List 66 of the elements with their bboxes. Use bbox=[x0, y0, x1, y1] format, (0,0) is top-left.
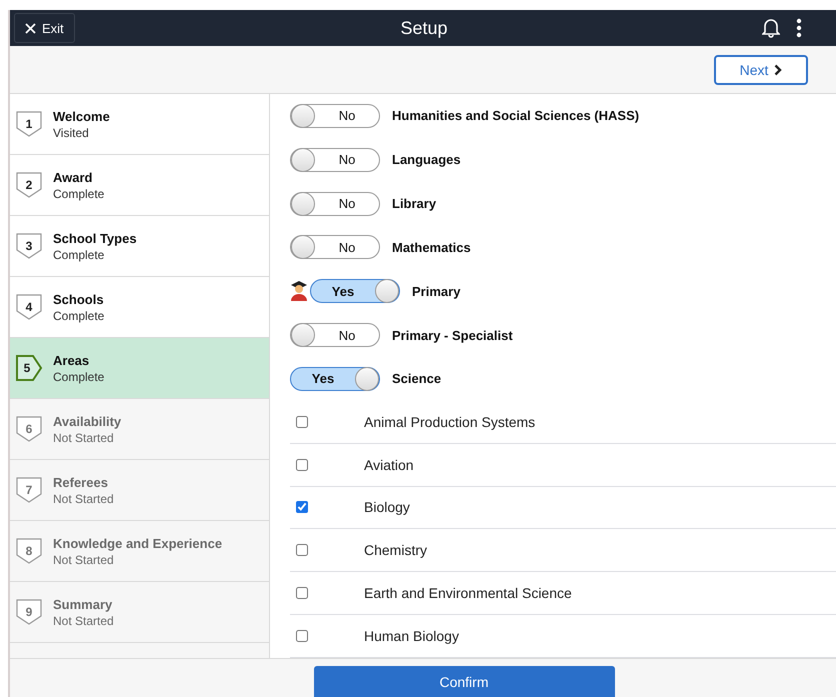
toggle-switch[interactable]: No bbox=[290, 104, 380, 128]
area-label: Humanities and Social Sciences (HASS) bbox=[392, 108, 640, 124]
step-item[interactable]: 3 School Types Complete bbox=[10, 216, 269, 277]
toggle-switch[interactable]: Yes bbox=[310, 279, 400, 304]
area-label: Science bbox=[392, 371, 442, 386]
subject-label: Earth and Environmental Science bbox=[364, 585, 572, 602]
step-badge-icon: 8 bbox=[16, 538, 43, 564]
step-status: Not Started bbox=[53, 430, 115, 444]
subject-label: Human Biology bbox=[364, 628, 459, 644]
step-title: Summary bbox=[53, 596, 114, 612]
subject-checkbox[interactable] bbox=[296, 587, 308, 600]
subject-checkbox[interactable] bbox=[296, 416, 308, 428]
step-item[interactable]: 4 Schools Complete bbox=[10, 277, 269, 338]
chevron-right-icon bbox=[774, 64, 782, 76]
subject-label: Animal Production Systems bbox=[364, 414, 536, 430]
subject-label: Aviation bbox=[364, 456, 414, 473]
step-item[interactable]: 5 Areas Complete bbox=[10, 338, 269, 399]
subject-checkbox[interactable] bbox=[296, 630, 308, 642]
step-title: Areas bbox=[53, 352, 90, 368]
area-label: Primary bbox=[412, 284, 460, 299]
subject-label: Biology bbox=[364, 499, 410, 516]
step-status: Complete bbox=[53, 370, 104, 384]
step-title: Award bbox=[53, 170, 94, 184]
step-status: Complete bbox=[53, 308, 104, 322]
step-status: Not Started bbox=[53, 552, 115, 566]
step-badge-icon: 3 bbox=[16, 232, 43, 260]
step-status: Complete bbox=[53, 186, 104, 200]
next-button[interactable]: Next bbox=[714, 54, 808, 84]
step-title: Welcome bbox=[53, 108, 110, 124]
confirm-button[interactable]: Confirm bbox=[314, 666, 614, 697]
subject-checkbox[interactable] bbox=[296, 501, 308, 514]
toggle-switch[interactable]: No bbox=[290, 192, 380, 216]
step-title: Availability bbox=[53, 414, 122, 428]
page-title: Setup bbox=[400, 18, 448, 38]
area-label: Primary - Specialist bbox=[392, 328, 513, 343]
step-title: Knowledge and Experience bbox=[53, 536, 222, 550]
step-status: Not Started bbox=[53, 492, 114, 506]
step-item[interactable]: 2 Award Complete bbox=[10, 155, 269, 216]
step-title: Schools bbox=[53, 292, 104, 306]
step-badge-icon: 2 bbox=[16, 172, 43, 198]
step-title: School Types bbox=[53, 230, 137, 246]
step-item[interactable]: 1 Welcome Visited bbox=[10, 94, 269, 155]
step-badge-icon: 5 bbox=[16, 354, 43, 382]
more-menu-icon[interactable] bbox=[796, 18, 802, 38]
step-status: Visited bbox=[53, 126, 90, 140]
close-icon bbox=[25, 22, 36, 34]
toggle-switch[interactable]: No bbox=[290, 235, 380, 260]
step-badge-icon: 7 bbox=[16, 476, 43, 504]
area-label: Languages bbox=[392, 152, 461, 168]
step-badge-icon: 4 bbox=[16, 294, 43, 320]
exit-button[interactable]: Exit bbox=[14, 13, 75, 43]
toggle-switch[interactable]: No bbox=[290, 323, 380, 348]
step-status: Not Started bbox=[53, 614, 114, 628]
bell-icon[interactable] bbox=[762, 18, 780, 38]
step-status: Complete bbox=[53, 248, 106, 262]
step-title: Referees bbox=[53, 474, 109, 490]
toggle-switch[interactable]: Yes bbox=[290, 366, 380, 391]
area-label: Mathematics bbox=[392, 240, 471, 255]
toggle-switch[interactable]: No bbox=[290, 148, 380, 172]
step-badge-icon: 1 bbox=[16, 110, 43, 138]
area-label: Library bbox=[392, 196, 436, 212]
subject-checkbox[interactable] bbox=[296, 458, 308, 471]
step-badge-icon: 6 bbox=[16, 416, 43, 442]
subject-label: Chemistry bbox=[364, 542, 428, 558]
step-badge-icon: 9 bbox=[16, 598, 43, 626]
subject-checkbox[interactable] bbox=[296, 544, 308, 556]
